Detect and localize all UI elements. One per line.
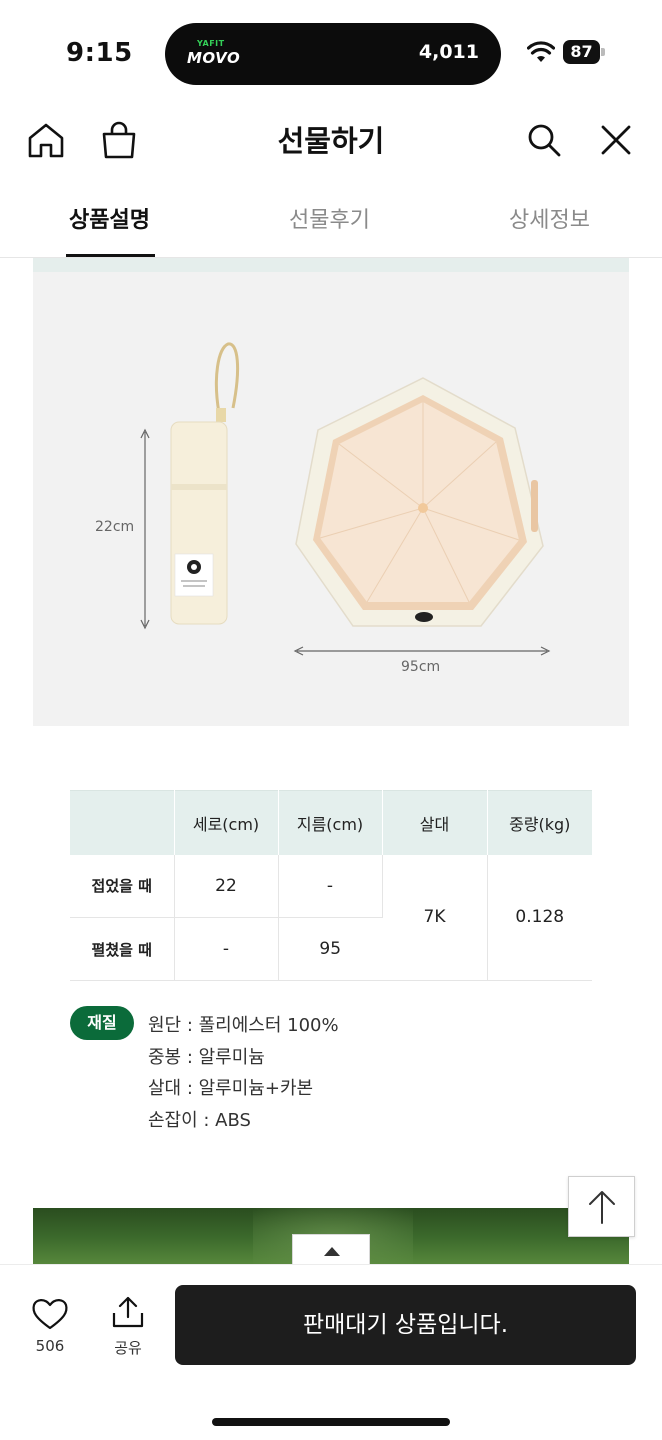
scroll-to-top-button[interactable]: [568, 1176, 635, 1237]
tab-detail-info[interactable]: 상세정보: [509, 202, 590, 234]
spec-cell-diameter: -: [278, 854, 383, 918]
open-diameter-label: 95cm: [401, 659, 441, 675]
status-time: 9:15: [66, 38, 133, 68]
table-row: 접었을 때 22 - 7K 0.128: [70, 854, 592, 981]
island-brand-logo: YAFIT MOVO: [185, 37, 240, 73]
chevron-up-icon: [324, 1247, 340, 1256]
search-icon[interactable]: [524, 120, 564, 160]
spec-header-diameter: 지름(cm): [278, 790, 383, 855]
close-icon[interactable]: [596, 120, 636, 160]
share-label: 공유: [114, 1339, 142, 1357]
island-brand-top: YAFIT: [197, 39, 225, 48]
spec-row-label: 펼쳤을 때: [70, 917, 175, 981]
tab-product-description[interactable]: 상품설명: [69, 202, 150, 234]
battery-level: 87: [563, 40, 600, 64]
island-step-count: 4,011: [418, 41, 479, 63]
list-item: 중봉 : 알루미늄: [148, 1046, 265, 1068]
spec-header-weight: 중량(kg): [487, 790, 592, 855]
top-header: 선물하기: [0, 100, 662, 180]
product-tabs: 상품설명 선물후기 상세정보: [0, 180, 662, 258]
spec-table: 세로(cm) 지름(cm) 살대 중량(kg) 접었을 때 22 - 7K 0.…: [70, 790, 592, 981]
home-indicator[interactable]: [212, 1418, 450, 1426]
material-badge: 재질: [70, 1006, 134, 1040]
dynamic-island: YAFIT MOVO 4,011: [165, 23, 501, 85]
umbrella-illustration: [140, 342, 551, 656]
wifi-icon: [527, 41, 555, 62]
spec-header-height: 세로(cm): [174, 790, 279, 855]
active-tab-indicator: [66, 254, 155, 257]
like-button[interactable]: 506: [28, 1295, 72, 1355]
product-dimension-image: 22cm 95cm: [33, 258, 629, 726]
like-count: 506: [35, 1337, 65, 1355]
spec-cell-height: -: [174, 917, 279, 981]
spec-table-header-row: 세로(cm) 지름(cm) 살대 중량(kg): [70, 790, 592, 855]
share-button[interactable]: 공유: [106, 1295, 150, 1357]
bottom-action-bar: 506 공유 판매대기 상품입니다.: [0, 1264, 662, 1440]
spec-header-empty: [70, 790, 175, 855]
material-list: 원단 : 폴리에스터 100% 중봉 : 알루미늄 살대 : 알루미늄+카본 손…: [148, 1010, 339, 1136]
spec-cell-weight: 0.128: [487, 854, 592, 981]
spec-header-ribs: 살대: [382, 790, 488, 855]
list-item: 손잡이 : ABS: [148, 1109, 251, 1131]
list-item: 원단 : 폴리에스터 100%: [148, 1015, 339, 1036]
status-bar: 9:15 YAFIT MOVO 4,011 87: [0, 0, 662, 100]
arrow-up-icon: [589, 1191, 615, 1224]
spec-row-label: 접었을 때: [70, 854, 175, 918]
battery-indicator: 87: [563, 40, 605, 64]
share-icon: [112, 1296, 144, 1328]
tab-gift-reviews[interactable]: 선물후기: [289, 202, 370, 234]
heart-icon: [32, 1299, 68, 1330]
battery-tip: [601, 48, 605, 56]
spec-cell-height: 22: [174, 854, 279, 918]
folded-height-label: 22cm: [95, 519, 135, 535]
island-brand-main: MOVO: [187, 49, 241, 67]
purchase-status-button[interactable]: 판매대기 상품입니다.: [175, 1285, 636, 1365]
spec-cell-diameter: 95: [278, 917, 382, 981]
list-item: 살대 : 알루미늄+카본: [148, 1078, 314, 1099]
spec-cell-ribs: 7K: [382, 854, 488, 981]
collapse-button[interactable]: [292, 1234, 370, 1266]
